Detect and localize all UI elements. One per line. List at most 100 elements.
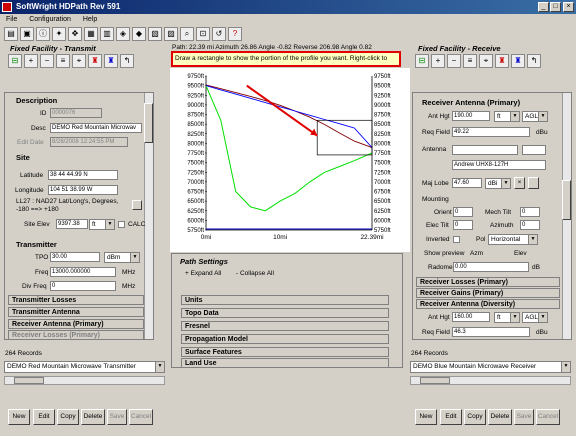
tx-edit-button[interactable]: Edit xyxy=(33,409,55,425)
map-icon[interactable]: ◈ xyxy=(116,27,130,41)
elev-unit-select[interactable]: ft ▼ xyxy=(89,219,115,230)
elec-tilt-field[interactable]: 0 xyxy=(453,220,473,230)
profile-chart[interactable]: 9750ft 9750ft 9500ft 9500ft 9250ft 9250ft 9000… xyxy=(170,68,410,252)
antenna-name-field[interactable]: Andrew UHX8-127H xyxy=(452,160,546,170)
rx-record-select[interactable]: DEMO Blue Mountain Microwave Receiver ▼ xyxy=(410,361,571,373)
ant-hgt-unit-select[interactable]: ft ▼ xyxy=(494,111,520,122)
zoom-icon[interactable]: ⌕ xyxy=(180,27,194,41)
ps-units[interactable]: Units xyxy=(181,295,389,305)
rx-list-icon[interactable]: ≡ xyxy=(463,54,477,68)
azimuth-field[interactable]: 0 xyxy=(520,220,540,230)
ps-surface-features[interactable]: Surface Features xyxy=(181,347,389,357)
antenna-field-2[interactable] xyxy=(522,145,546,155)
minimize-button[interactable]: _ xyxy=(538,2,549,12)
section-transmitter-antenna[interactable]: Transmitter Antenna xyxy=(8,307,144,317)
calc-icon[interactable]: ▨ xyxy=(164,27,178,41)
ant-hgt-ref-select[interactable]: AGL ▼ xyxy=(522,111,548,122)
tx-tower-icon[interactable]: ♜ xyxy=(88,54,102,68)
tx-add-icon[interactable]: + xyxy=(24,54,38,68)
section-receiver-antenna-primary[interactable]: Receiver Antenna (Primary) xyxy=(8,319,144,329)
rx-tower2-icon[interactable]: ♜ xyxy=(511,54,525,68)
tx-tower2-icon[interactable]: ♜ xyxy=(104,54,118,68)
mech-tilt-field[interactable]: 0 xyxy=(520,207,540,217)
rx-find-icon[interactable]: ⌖ xyxy=(479,54,493,68)
menu-help[interactable]: Help xyxy=(83,16,97,23)
desc-field[interactable]: DEMO Red Mountain Microwav xyxy=(50,123,142,133)
section-rx-losses-primary[interactable]: Receiver Losses (Primary) xyxy=(416,277,560,287)
div-ant-hgt-unit-select[interactable]: ft ▼ xyxy=(494,312,520,323)
section-rx-antenna-diversity[interactable]: Receiver Antenna (Diversity) xyxy=(416,299,560,309)
div-freq-field[interactable]: 0 xyxy=(50,281,116,291)
orient-field[interactable]: 0 xyxy=(453,207,473,217)
tpo-field[interactable]: 30.00 xyxy=(50,252,100,262)
tx-list-icon[interactable]: ≡ xyxy=(56,54,70,68)
site-elev-field[interactable]: 9397.38 xyxy=(56,219,88,229)
layers-icon[interactable]: ◆ xyxy=(132,27,146,41)
radome-field[interactable]: 0.00 xyxy=(453,262,529,272)
tx-copy-button[interactable]: Copy xyxy=(57,409,79,425)
tx-delete-button[interactable]: Delete xyxy=(81,409,105,425)
longitude-field[interactable]: 104 51 38.99 W xyxy=(48,185,118,195)
rx-tower-icon[interactable]: ♜ xyxy=(495,54,509,68)
collapse-all-link[interactable]: - Collapse All xyxy=(236,270,274,277)
rx-edit-button[interactable]: Edit xyxy=(440,409,462,425)
lobe-clear-button[interactable]: × xyxy=(514,177,525,189)
rx-new-button[interactable]: New xyxy=(415,409,437,425)
menu-file[interactable]: File xyxy=(6,16,17,23)
tx-link-icon[interactable]: ⊟ xyxy=(8,54,22,68)
req-field-field[interactable]: 49.22 xyxy=(452,127,530,137)
maximize-button[interactable]: □ xyxy=(550,2,561,12)
expand-all-link[interactable]: + Expand All xyxy=(185,270,221,277)
section-rx-gains-primary[interactable]: Receiver Gains (Primary) xyxy=(416,288,560,298)
div-ant-hgt-field[interactable]: 160.00 xyxy=(452,312,490,322)
latitude-field[interactable]: 38 44 44.99 N xyxy=(48,170,118,180)
div-req-field-field[interactable]: 46.3 xyxy=(452,327,530,337)
maj-lobe-unit-select[interactable]: dBi ▼ xyxy=(485,178,511,189)
freq-field[interactable]: 13000.000000 xyxy=(50,267,116,277)
tx-remove-icon[interactable]: − xyxy=(40,54,54,68)
section-transmitter-losses[interactable]: Transmitter Losses xyxy=(8,295,144,305)
tx-azm-icon[interactable]: ↰ xyxy=(120,54,134,68)
menu-configuration[interactable]: Configuration xyxy=(29,16,71,23)
profile-icon[interactable]: ✦ xyxy=(52,27,66,41)
ps-propagation-model[interactable]: Propagation Model xyxy=(181,334,389,344)
close-button[interactable]: × xyxy=(563,2,574,12)
tx-hscroll-thumb[interactable] xyxy=(14,377,44,384)
lobe-browse-button[interactable] xyxy=(528,177,539,189)
pan-icon[interactable]: ✥ xyxy=(68,27,82,41)
rx-azm-icon[interactable]: ↰ xyxy=(527,54,541,68)
ps-topo-data[interactable]: Topo Data xyxy=(181,308,389,318)
tile-icon[interactable]: ▦ xyxy=(84,27,98,41)
ps-fresnel[interactable]: Fresnel xyxy=(181,321,389,331)
tx-new-button[interactable]: New xyxy=(8,409,30,425)
rx-add-icon[interactable]: + xyxy=(431,54,445,68)
rx-copy-button[interactable]: Copy xyxy=(464,409,486,425)
rx-remove-icon[interactable]: − xyxy=(447,54,461,68)
inverted-checkbox[interactable] xyxy=(453,236,460,243)
reset-icon[interactable]: ↺ xyxy=(212,27,226,41)
tpo-unit-select[interactable]: dBm ▼ xyxy=(104,252,140,263)
help-icon[interactable]: ? xyxy=(228,27,242,41)
rx-link-icon[interactable]: ⊟ xyxy=(415,54,429,68)
datum-button[interactable] xyxy=(132,200,142,210)
open-icon[interactable]: ▤ xyxy=(4,27,18,41)
ant-hgt-field[interactable]: 190.00 xyxy=(452,111,490,121)
tx-find-icon[interactable]: ⌖ xyxy=(72,54,86,68)
zoom-rect-icon[interactable]: ⊡ xyxy=(196,27,210,41)
info-icon[interactable]: ⓘ xyxy=(36,27,50,41)
section-receiver-losses-primary[interactable]: Receiver Losses (Primary) xyxy=(8,330,144,340)
tx-record-select[interactable]: DEMO Red Mountain Microwave Transmitter ▼ xyxy=(4,361,165,373)
pol-select[interactable]: Horizontal ▼ xyxy=(488,234,538,245)
print-icon[interactable]: ▣ xyxy=(20,27,34,41)
antenna-field-1[interactable] xyxy=(452,145,518,155)
report-icon[interactable]: ▧ xyxy=(148,27,162,41)
maj-lobe-field[interactable]: 47.60 xyxy=(452,178,482,188)
ps-land-use[interactable]: Land Use xyxy=(181,358,389,368)
tx-scrollbar-thumb[interactable] xyxy=(144,103,153,143)
chart-icon[interactable]: ▥ xyxy=(100,27,114,41)
rx-delete-button[interactable]: Delete xyxy=(488,409,512,425)
div-ant-hgt-ref-select[interactable]: AGL ▼ xyxy=(522,312,548,323)
rx-hscroll-thumb[interactable] xyxy=(420,377,450,384)
rx-scrollbar-thumb[interactable] xyxy=(562,180,571,220)
calc-checkbox[interactable] xyxy=(118,221,125,228)
